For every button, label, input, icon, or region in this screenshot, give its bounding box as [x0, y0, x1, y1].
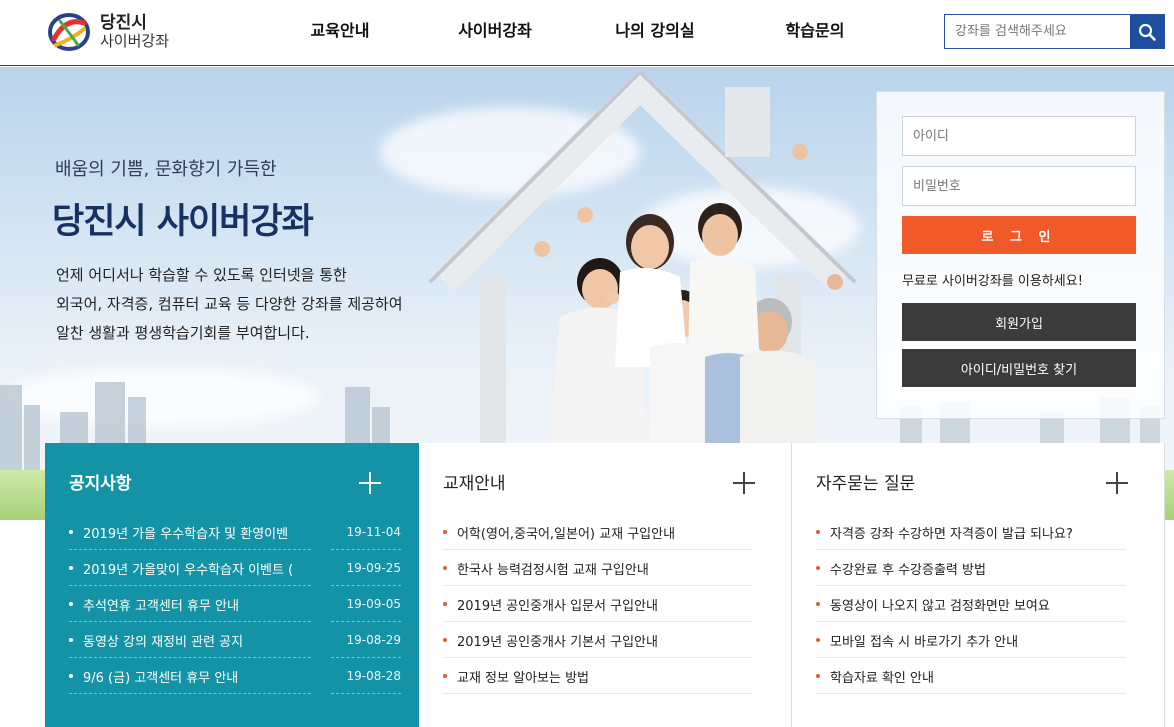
faq-item-title: 모바일 접속 시 바로가기 추가 안내: [830, 634, 1019, 650]
hero-desc-line: 외국어, 자격증, 컴퓨터 교육 등 다양한 강좌를 제공하여: [56, 295, 403, 313]
faq-item-title: 동영상이 나오지 않고 검정화면만 보여요: [830, 598, 1050, 614]
join-button[interactable]: 회원가입: [902, 303, 1136, 341]
textbook-item-title: 2019년 공인중개사 기본서 구입안내: [457, 634, 658, 650]
notice-item[interactable]: 2019년 가을 우수학습자 및 환영이벤 19-11-04: [69, 514, 401, 550]
notice-more-plus-icon[interactable]: [359, 472, 381, 494]
textbook-title: 교재안내: [443, 474, 506, 494]
faq-title: 자주묻는 질문: [816, 474, 916, 494]
logo-subtitle: 사이버강좌: [100, 32, 170, 51]
bullet-icon: [443, 566, 447, 570]
login-button[interactable]: 로 그 인: [902, 216, 1136, 254]
faq-item[interactable]: 동영상이 나오지 않고 검정화면만 보여요: [816, 586, 1126, 622]
bullet-icon: [816, 674, 820, 678]
notice-item-date: 19-09-05: [346, 597, 401, 611]
bullet-icon: [69, 566, 73, 570]
bullet-icon: [816, 602, 820, 606]
bullet-icon: [69, 530, 73, 534]
bullet-icon: [443, 638, 447, 642]
faq-item[interactable]: 학습자료 확인 안내: [816, 658, 1126, 694]
hero-desc-line: 알찬 생활과 평생학습기회를 부여합니다.: [56, 324, 310, 342]
faq-item[interactable]: 수강완료 후 수강증출력 방법: [816, 550, 1126, 586]
hero-description: 언제 어디서나 학습할 수 있도록 인터넷을 통한 외국어, 자격증, 컴퓨터 …: [56, 261, 403, 348]
textbook-more-plus-icon[interactable]: [733, 472, 755, 494]
login-message: 무료로 사이버강좌를 이용하세요!: [902, 274, 1083, 289]
notice-item-title: 2019년 가을맞이 우수학습자 이벤트 (: [83, 562, 294, 578]
textbook-item[interactable]: 교재 정보 알아보는 방법: [443, 658, 753, 694]
hero-title: 당진시 사이버강좌: [52, 202, 314, 242]
notice-item[interactable]: 2019년 가을맞이 우수학습자 이벤트 ( 19-09-25: [69, 550, 401, 586]
bullet-icon: [816, 530, 820, 534]
notice-item-date: 19-11-04: [346, 525, 401, 539]
notice-item-date: 19-08-29: [346, 633, 401, 647]
textbook-item[interactable]: 어학(영어,중국어,일본어) 교재 구입안내: [443, 514, 753, 550]
search-button[interactable]: [1130, 15, 1164, 48]
notice-item[interactable]: 9/6 (금) 고객센터 휴무 안내 19-08-28: [69, 658, 401, 694]
bullet-icon: [443, 602, 447, 606]
textbook-board: 교재안내 어학(영어,중국어,일본어) 교재 구입안내 한국사 능력검정시험 교…: [419, 443, 792, 727]
notice-item-date: 19-09-25: [346, 561, 401, 575]
notice-title: 공지사항: [69, 474, 132, 494]
faq-item[interactable]: 자격증 강좌 수강하면 자격증이 발급 되나요?: [816, 514, 1126, 550]
nav-item-my-classroom[interactable]: 나의 강의실: [580, 17, 730, 41]
site-logo[interactable]: 당진시 사이버강좌: [46, 8, 186, 56]
bullet-icon: [69, 638, 73, 642]
user-id-input[interactable]: [902, 116, 1136, 156]
notice-item[interactable]: 추석연휴 고객센터 휴무 안내 19-09-05: [69, 586, 401, 622]
bullet-icon: [69, 674, 73, 678]
nav-item-cyber-course[interactable]: 사이버강좌: [410, 17, 580, 41]
textbook-item[interactable]: 한국사 능력검정시험 교재 구입안내: [443, 550, 753, 586]
bullet-icon: [443, 530, 447, 534]
notice-item-title: 추석연휴 고객센터 휴무 안내: [83, 598, 239, 614]
hero-desc-line: 언제 어디서나 학습할 수 있도록 인터넷을 통한: [56, 266, 347, 284]
search-bar: [944, 14, 1165, 49]
nav-item-education[interactable]: 교육안내: [270, 17, 410, 41]
notice-item-date: 19-08-28: [346, 669, 401, 683]
textbook-item[interactable]: 2019년 공인중개사 기본서 구입안내: [443, 622, 753, 658]
nav-item-inquiry[interactable]: 학습문의: [730, 17, 900, 41]
bullet-icon: [69, 602, 73, 606]
textbook-item-title: 2019년 공인중개사 입문서 구입안내: [457, 598, 658, 614]
faq-more-plus-icon[interactable]: [1106, 472, 1128, 494]
bullet-icon: [443, 674, 447, 678]
bullet-icon: [816, 638, 820, 642]
password-input[interactable]: [902, 166, 1136, 206]
notice-item-title: 동영상 강의 재정비 관련 공지: [83, 634, 244, 650]
textbook-list: 어학(영어,중국어,일본어) 교재 구입안내 한국사 능력검정시험 교재 구입안…: [443, 514, 753, 694]
faq-item-title: 학습자료 확인 안내: [830, 670, 934, 686]
textbook-item-title: 한국사 능력검정시험 교재 구입안내: [457, 562, 649, 578]
faq-board: 자주묻는 질문 자격증 강좌 수강하면 자격증이 발급 되나요? 수강완료 후 …: [792, 443, 1165, 727]
textbook-item-title: 교재 정보 알아보는 방법: [457, 670, 589, 686]
notice-item[interactable]: 동영상 강의 재정비 관련 공지 19-08-29: [69, 622, 401, 658]
logo-title: 당진시: [100, 13, 147, 34]
textbook-item[interactable]: 2019년 공인중개사 입문서 구입안내: [443, 586, 753, 622]
site-header: 당진시 사이버강좌 교육안내 사이버강좌 나의 강의실 학습문의: [0, 0, 1174, 66]
notice-item-title: 9/6 (금) 고객센터 휴무 안내: [83, 670, 239, 686]
bullet-icon: [816, 566, 820, 570]
textbook-item-title: 어학(영어,중국어,일본어) 교재 구입안내: [457, 526, 676, 542]
main-nav: 교육안내 사이버강좌 나의 강의실 학습문의: [270, 0, 900, 58]
hero-subtitle: 배움의 기쁨, 문화향기 가득한: [55, 159, 277, 180]
notice-item-title: 2019년 가을 우수학습자 및 환영이벤: [83, 526, 289, 542]
faq-list: 자격증 강좌 수강하면 자격증이 발급 되나요? 수강완료 후 수강증출력 방법…: [816, 514, 1126, 694]
faq-item-title: 수강완료 후 수강증출력 방법: [830, 562, 986, 578]
faq-item[interactable]: 모바일 접속 시 바로가기 추가 안내: [816, 622, 1126, 658]
search-icon: [1138, 23, 1156, 41]
find-account-button[interactable]: 아이디/비밀번호 찾기: [902, 349, 1136, 387]
logo-emblem-icon: [46, 9, 92, 55]
notice-list: 2019년 가을 우수학습자 및 환영이벤 19-11-04 2019년 가을맞이…: [69, 514, 401, 694]
login-panel: 로 그 인 무료로 사이버강좌를 이용하세요! 회원가입 아이디/비밀번호 찾기: [876, 91, 1165, 419]
faq-item-title: 자격증 강좌 수강하면 자격증이 발급 되나요?: [830, 526, 1073, 542]
notice-board: 공지사항 2019년 가을 우수학습자 및 환영이벤 19-11-04 2019년…: [45, 443, 419, 727]
search-input[interactable]: [945, 15, 1131, 48]
